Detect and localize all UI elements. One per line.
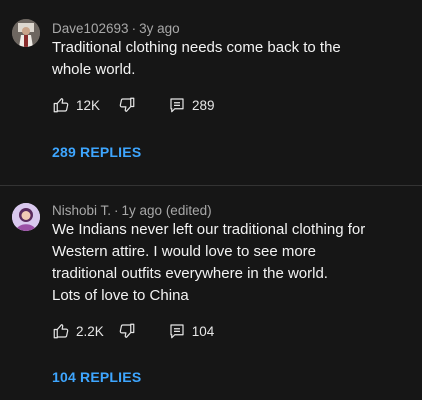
comment-meta: Dave102693 · 3y ago <box>52 21 180 37</box>
user-avatar-icon <box>12 203 40 231</box>
view-replies-link[interactable]: 289 REPLIES <box>52 144 141 160</box>
user-avatar-icon <box>12 19 40 47</box>
comment-author[interactable]: Nishobi T. <box>52 203 111 218</box>
dislike-button[interactable] <box>118 322 136 340</box>
comment-icon <box>170 98 184 113</box>
comment-age: 3y ago <box>139 21 180 36</box>
comment-actions: 12K 289 <box>52 95 215 115</box>
dislike-button[interactable] <box>118 96 136 114</box>
like-count: 12K <box>76 97 101 113</box>
like-button[interactable]: 2.2K <box>52 322 104 340</box>
reply-button[interactable]: 104 <box>168 322 215 340</box>
reply-count: 289 <box>192 97 215 113</box>
comment-text: We Indians never left our traditional cl… <box>52 219 404 307</box>
reply-button[interactable]: 289 <box>168 96 215 114</box>
comment-actions: 2.2K 104 <box>52 321 214 341</box>
thumbs-down-icon <box>119 97 135 112</box>
thumbs-up-icon <box>53 98 69 113</box>
comment-icon <box>170 324 184 339</box>
meta-separator: · <box>131 21 137 36</box>
comment-line: Western attire. I would love to see more <box>52 243 317 260</box>
like-count: 2.2K <box>76 323 104 339</box>
comment-line: Lots of love to China <box>52 287 189 304</box>
avatar[interactable] <box>12 203 40 231</box>
avatar[interactable] <box>12 19 40 47</box>
comment-line: whole world. <box>52 61 136 78</box>
comment-line: We Indians never left our traditional cl… <box>52 221 366 238</box>
thumbs-down-icon <box>119 323 135 338</box>
like-button[interactable]: 12K <box>52 96 100 114</box>
comment-meta: Nishobi T. · 1y ago (edited) <box>52 203 212 219</box>
comment-line: traditional outfits everywhere in the wo… <box>52 265 328 282</box>
comment-text: Traditional clothing needs come back to … <box>52 37 404 81</box>
comment-age: 1y ago (edited) <box>121 203 212 218</box>
comment: Dave102693 · 3y ago Traditional clothing n… <box>0 0 422 186</box>
comment-line: Traditional clothing needs come back to … <box>52 39 341 56</box>
meta-separator: · <box>114 203 119 218</box>
comment: Nishobi T. · 1y ago (edited) We Indians ne… <box>0 186 422 400</box>
view-replies-link[interactable]: 104 REPLIES <box>52 369 141 385</box>
reply-count: 104 <box>191 323 215 339</box>
thumbs-up-icon <box>53 324 69 339</box>
comment-author[interactable]: Dave102693 <box>52 21 129 36</box>
